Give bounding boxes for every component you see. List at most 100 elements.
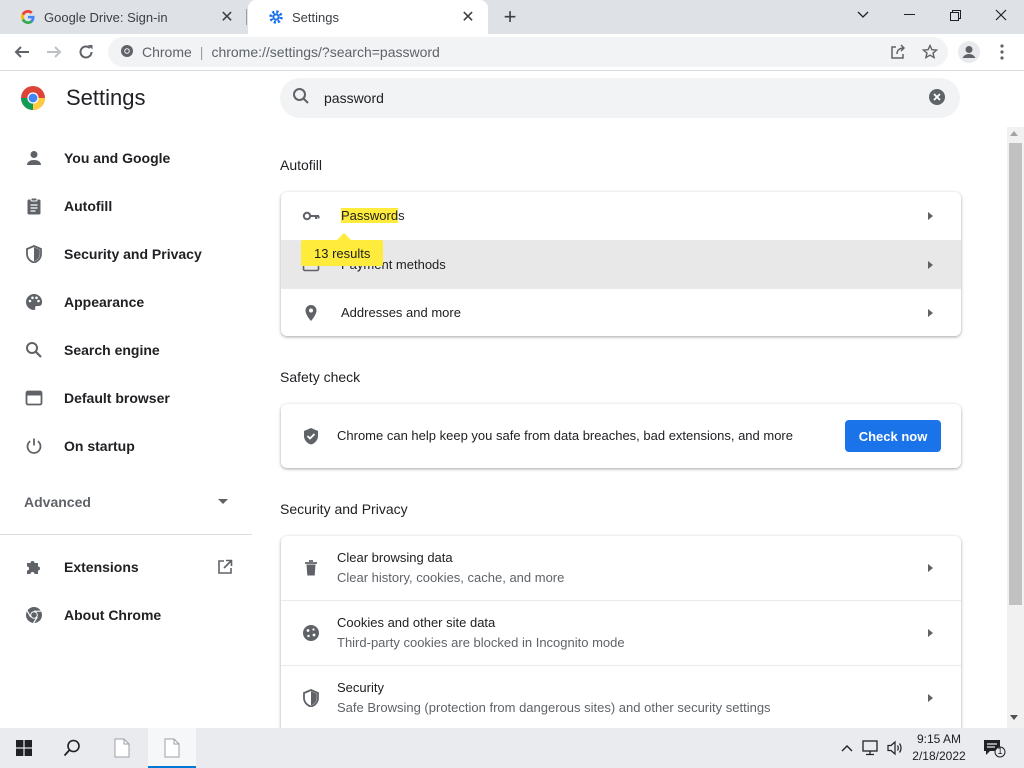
row-subtitle: Safe Browsing (protection from dangerous… — [337, 700, 771, 715]
passwords-label: Passwords — [341, 208, 405, 223]
settings-search-input[interactable]: password — [280, 78, 960, 118]
shield-icon — [24, 244, 44, 264]
tab-search-icon[interactable] — [840, 0, 886, 30]
sidebar-item-autofill[interactable]: Autofill — [0, 186, 252, 226]
sidebar-item-label: Appearance — [64, 294, 145, 310]
share-icon[interactable] — [885, 39, 911, 65]
chrome-logo-icon — [20, 85, 46, 111]
section-title-safety-check: Safety check — [280, 369, 361, 385]
passwords-label-rest: s — [398, 208, 405, 223]
tab-google-drive[interactable]: Google Drive: Sign-in ✕ — [0, 0, 247, 34]
arrow-right-icon — [928, 564, 933, 572]
addresses-label: Addresses and more — [341, 305, 461, 320]
scrollbar-thumb[interactable] — [1009, 143, 1022, 605]
search-icon — [24, 340, 44, 360]
tab-title: Settings — [292, 9, 339, 25]
scroll-up-arrow-icon[interactable] — [1010, 131, 1018, 136]
sidebar-item-on-startup[interactable]: On startup — [0, 426, 252, 466]
sidebar-item-security-and-privacy[interactable]: Security and Privacy — [0, 234, 252, 274]
network-icon[interactable] — [861, 738, 881, 758]
chrome-logo-icon — [24, 605, 44, 625]
google-g-icon — [20, 9, 36, 25]
person-icon — [24, 148, 44, 168]
sidebar-item-label: Security and Privacy — [64, 246, 202, 262]
clipboard-icon — [24, 196, 44, 216]
new-tab-button[interactable]: + — [496, 3, 524, 31]
sidebar-item-label: On startup — [64, 438, 135, 454]
forward-arrow-icon[interactable] — [40, 38, 68, 66]
search-icon — [292, 87, 310, 110]
addresses-row[interactable]: Addresses and more — [281, 288, 961, 336]
sidebar-item-default-browser[interactable]: Default browser — [0, 378, 252, 418]
close-window-icon[interactable] — [978, 0, 1024, 30]
reload-icon[interactable] — [72, 38, 100, 66]
settings-page: Settings password You and Google Autofil… — [0, 71, 1024, 728]
key-icon — [301, 206, 321, 226]
profile-avatar-icon[interactable] — [955, 38, 983, 66]
url-text: chrome://settings/?search=password — [211, 44, 440, 60]
minimize-icon[interactable] — [886, 0, 932, 30]
row-title: Security — [337, 680, 384, 695]
clock-time: 9:15 AM — [916, 732, 962, 746]
clear-browsing-data-row[interactable]: Clear browsing data Clear history, cooki… — [281, 536, 961, 600]
close-tab-icon[interactable]: ✕ — [213, 3, 241, 31]
passwords-row[interactable]: Passwords — [281, 192, 961, 240]
tab-settings[interactable]: Settings ✕ — [248, 0, 488, 34]
chevron-down-icon — [218, 499, 228, 504]
settings-gear-icon — [268, 9, 284, 25]
taskbar-file-icon[interactable] — [98, 728, 146, 768]
clock-date: 2/18/2022 — [912, 749, 966, 763]
clear-search-icon[interactable] — [928, 88, 948, 108]
sidebar-item-label: Search engine — [64, 342, 160, 358]
safety-check-row: Chrome can help keep you safe from data … — [281, 404, 961, 468]
sidebar-item-label: Extensions — [64, 559, 139, 575]
shield-icon — [301, 688, 321, 708]
section-title-security-privacy: Security and Privacy — [280, 501, 408, 517]
taskbar-clock[interactable]: 9:15 AM 2/18/2022 — [908, 731, 970, 765]
sidebar-item-about-chrome[interactable]: About Chrome — [0, 595, 252, 635]
windows-start-icon[interactable] — [0, 728, 48, 768]
palette-icon — [24, 292, 44, 312]
tab-strip: Google Drive: Sign-in ✕ Settings ✕ + — [0, 0, 1024, 34]
sidebar-item-extensions[interactable]: Extensions — [0, 547, 252, 587]
open-in-new-icon — [215, 557, 235, 577]
security-row[interactable]: Security Safe Browsing (protection from … — [281, 665, 961, 728]
puzzle-piece-icon — [24, 557, 44, 577]
shield-check-icon — [301, 426, 321, 446]
check-now-button[interactable]: Check now — [845, 420, 941, 452]
sidebar-item-label: You and Google — [64, 150, 171, 166]
chevron-up-icon[interactable] — [837, 738, 857, 758]
arrow-right-icon — [928, 629, 933, 637]
row-title: Clear browsing data — [337, 550, 453, 565]
sidebar-advanced-toggle[interactable]: Advanced — [0, 482, 252, 522]
sidebar-item-appearance[interactable]: Appearance — [0, 282, 252, 322]
bookmark-star-icon[interactable] — [917, 39, 943, 65]
chrome-site-icon — [120, 44, 134, 61]
notification-count: 1 — [997, 746, 1003, 756]
taskbar-search-icon[interactable] — [48, 728, 96, 768]
back-arrow-icon[interactable] — [8, 38, 36, 66]
cookies-row[interactable]: Cookies and other site data Third-party … — [281, 600, 961, 665]
section-title-autofill: Autofill — [280, 157, 323, 173]
tab-title: Google Drive: Sign-in — [44, 9, 168, 25]
notification-center-icon[interactable]: 1 — [982, 738, 1006, 758]
site-label: Chrome — [142, 44, 192, 60]
sidebar-item-search-engine[interactable]: Search engine — [0, 330, 252, 370]
row-title: Cookies and other site data — [337, 615, 496, 630]
sidebar-item-you-and-google[interactable]: You and Google — [0, 138, 252, 178]
arrow-right-icon — [928, 212, 933, 220]
restore-icon[interactable] — [932, 0, 978, 30]
volume-icon[interactable] — [885, 738, 905, 758]
row-subtitle: Clear history, cookies, cache, and more — [337, 570, 565, 585]
windows-taskbar: 9:15 AM 2/18/2022 1 — [0, 728, 1024, 768]
menu-kebab-icon[interactable] — [988, 38, 1016, 66]
location-pin-icon — [301, 303, 321, 323]
scroll-down-arrow-icon[interactable] — [1010, 715, 1018, 720]
sidebar-item-label: Autofill — [64, 198, 113, 214]
address-bar[interactable]: Chrome | chrome://settings/?search=passw… — [108, 37, 948, 67]
row-subtitle: Third-party cookies are blocked in Incog… — [337, 635, 625, 650]
arrow-right-icon — [928, 694, 933, 702]
taskbar-file-icon[interactable] — [148, 728, 196, 768]
close-tab-icon[interactable]: ✕ — [454, 3, 482, 31]
separator: | — [199, 44, 204, 60]
